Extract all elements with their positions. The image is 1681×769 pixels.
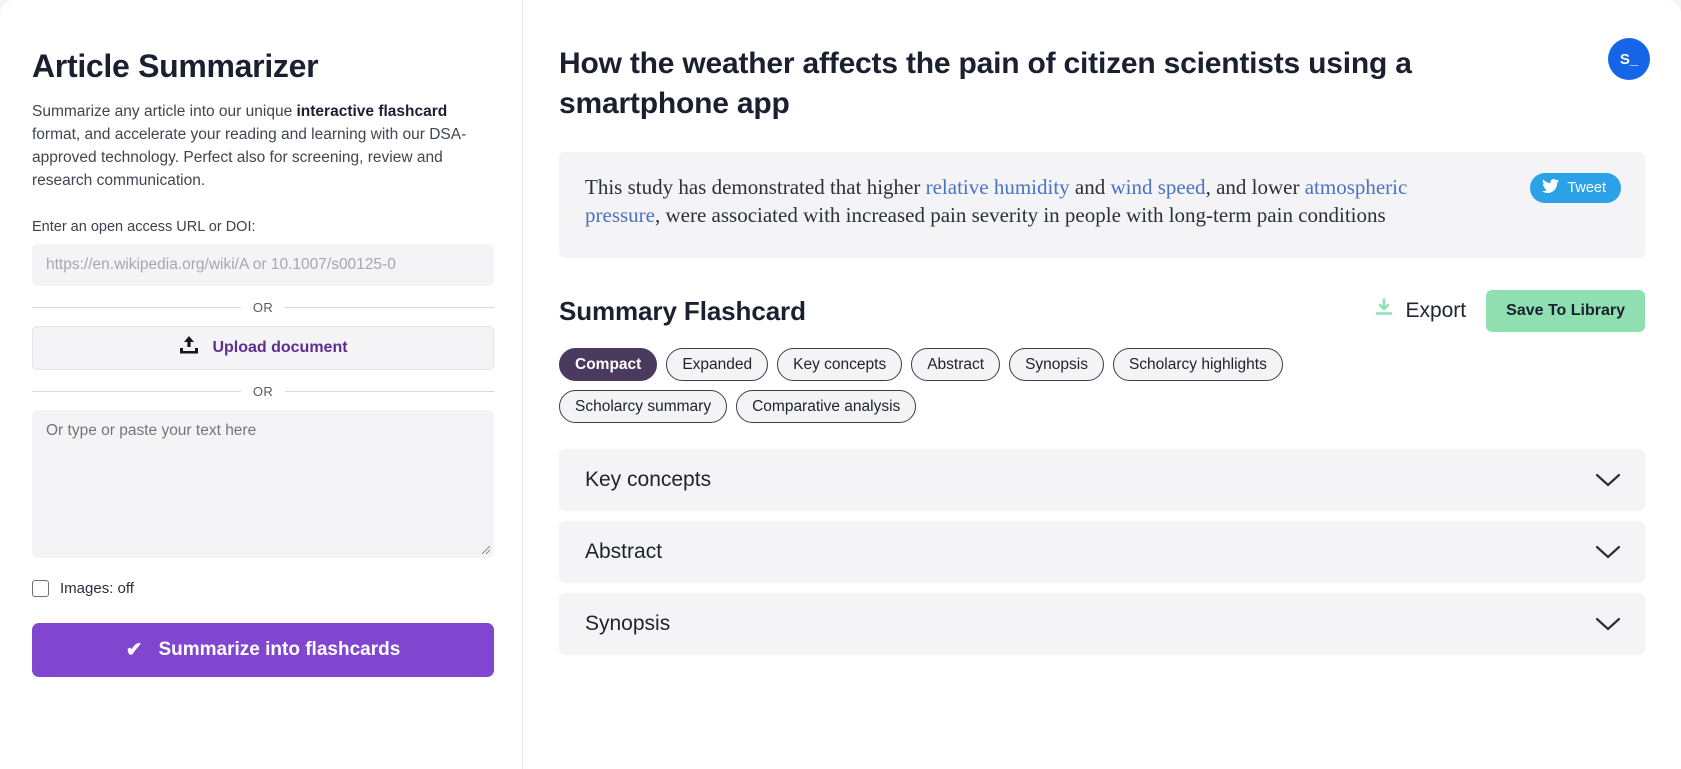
download-icon bbox=[1374, 298, 1394, 324]
tweet-button[interactable]: Tweet bbox=[1530, 173, 1621, 204]
divider-line-left bbox=[32, 306, 241, 308]
paste-text-input[interactable] bbox=[32, 409, 494, 558]
description-bold: interactive flashcard bbox=[296, 103, 448, 120]
panel-description: Summarize any article into our unique in… bbox=[32, 101, 492, 193]
upload-icon bbox=[178, 335, 200, 360]
images-checkbox[interactable] bbox=[32, 579, 49, 597]
save-to-library-button[interactable]: Save To Library bbox=[1486, 290, 1645, 333]
twitter-bird-icon bbox=[1542, 179, 1560, 197]
tab-comparative-analysis[interactable]: Comparative analysis bbox=[736, 390, 917, 424]
accordion-label: Abstract bbox=[585, 540, 663, 564]
tab-expanded[interactable]: Expanded bbox=[666, 348, 769, 382]
divider-line-left-2 bbox=[32, 390, 241, 392]
summarizer-panel: Article Summarizer Summarize any article… bbox=[0, 0, 523, 769]
summary-seg-3: , and lower bbox=[1205, 175, 1305, 200]
chevron-down-icon[interactable] bbox=[1595, 616, 1621, 632]
url-or-doi-input[interactable] bbox=[32, 243, 494, 286]
avatar[interactable]: S_ bbox=[1608, 38, 1650, 80]
tab-compact[interactable]: Compact bbox=[559, 348, 658, 382]
accordion-label: Synopsis bbox=[585, 612, 671, 636]
divider-line-right-2 bbox=[285, 390, 494, 392]
paste-text-wrapper bbox=[32, 409, 494, 558]
avatar-initials: S_ bbox=[1619, 50, 1639, 68]
summary-seg-4: , were associated with increased pain se… bbox=[654, 203, 1386, 228]
flashcard-heading: Summary Flashcard bbox=[559, 295, 806, 326]
summary-link-relative-humidity[interactable]: relative humidity bbox=[926, 175, 1070, 199]
tab-abstract[interactable]: Abstract bbox=[911, 348, 1001, 382]
upload-document-button[interactable]: Upload document bbox=[32, 325, 494, 370]
accordion-synopsis[interactable]: Synopsis bbox=[559, 593, 1645, 656]
divider-or-2: OR bbox=[32, 384, 494, 399]
tab-scholarcy-summary[interactable]: Scholarcy summary bbox=[559, 390, 728, 424]
summary-sentence: This study has demonstrated that higher … bbox=[585, 174, 1430, 230]
divider-or-1: OR bbox=[32, 300, 494, 315]
accordion-label: Key concepts bbox=[585, 468, 712, 492]
flashcard-tabs: Compact Expanded Key concepts Abstract Synop… bbox=[559, 348, 1459, 424]
summarize-button-label: Summarize into flashcards bbox=[158, 638, 401, 660]
chevron-down-icon[interactable] bbox=[1595, 472, 1621, 488]
description-segment-1: Summarize any article into our unique bbox=[32, 103, 297, 120]
export-label: Export bbox=[1405, 299, 1467, 323]
article-panel: How the weather affects the pain of citi… bbox=[523, 0, 1681, 769]
check-icon: ✔ bbox=[125, 638, 143, 661]
article-title: How the weather affects the pain of citi… bbox=[559, 47, 1412, 121]
tab-key-concepts[interactable]: Key concepts bbox=[777, 348, 903, 382]
divider-line-right bbox=[285, 306, 494, 308]
accordion-key-concepts[interactable]: Key concepts bbox=[559, 449, 1645, 512]
flashcard-sections: Key concepts Abstract Synopsis bbox=[559, 449, 1645, 656]
tweet-button-label: Tweet bbox=[1567, 180, 1606, 197]
summary-seg-1: This study has demonstrated that higher bbox=[585, 175, 926, 200]
url-field-label: Enter an open access URL or DOI: bbox=[32, 218, 256, 235]
summary-seg-2: and bbox=[1069, 175, 1111, 200]
summary-link-wind-speed[interactable]: wind speed bbox=[1110, 175, 1205, 199]
flashcard-header-row: Summary Flashcard Export Save To Library bbox=[559, 290, 1645, 333]
flashcard-actions: Export Save To Library bbox=[1374, 290, 1645, 333]
divider-label-1: OR bbox=[252, 299, 274, 315]
images-toggle-row[interactable]: Images: off bbox=[32, 579, 492, 597]
chevron-down-icon[interactable] bbox=[1595, 544, 1621, 560]
summarize-into-flashcards-button[interactable]: ✔ Summarize into flashcards bbox=[32, 622, 494, 677]
summary-highlight-box: This study has demonstrated that higher … bbox=[559, 152, 1645, 259]
page-title: Article Summarizer bbox=[32, 48, 319, 84]
images-checkbox-label: Images: off bbox=[60, 579, 134, 597]
app-root: Article Summarizer Summarize any article… bbox=[0, 0, 1681, 769]
upload-document-label: Upload document bbox=[212, 338, 348, 356]
description-segment-2: format, and accelerate your reading and … bbox=[32, 125, 467, 189]
accordion-abstract[interactable]: Abstract bbox=[559, 521, 1645, 584]
tab-synopsis[interactable]: Synopsis bbox=[1009, 348, 1104, 382]
tab-scholarcy-highlights[interactable]: Scholarcy highlights bbox=[1112, 348, 1283, 382]
export-button[interactable]: Export bbox=[1374, 298, 1466, 324]
divider-label-2: OR bbox=[252, 383, 274, 399]
